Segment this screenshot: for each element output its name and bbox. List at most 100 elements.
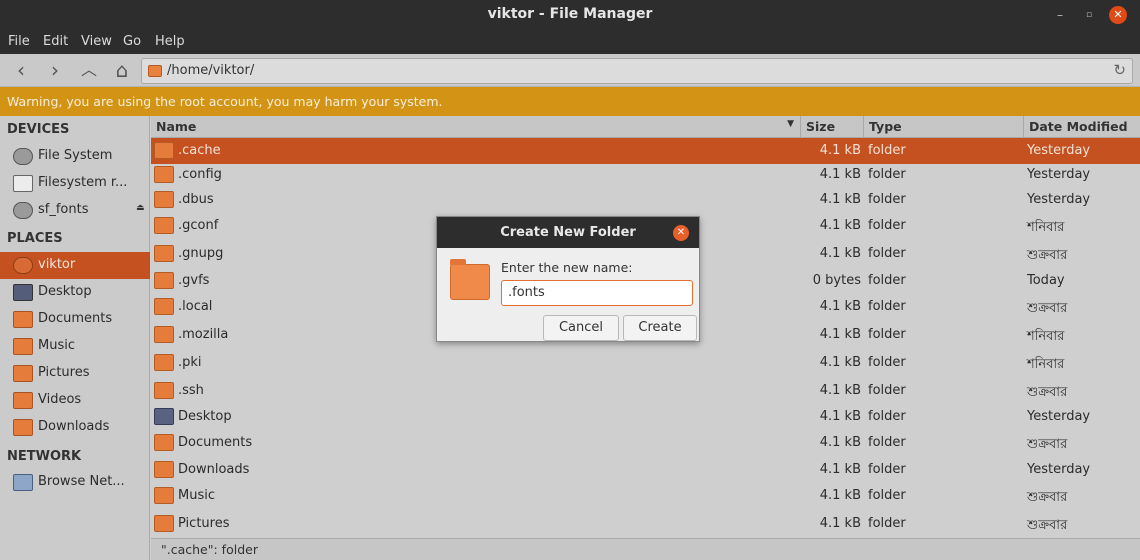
sidebar-item-label: File System	[38, 148, 113, 163]
sidebar: DEVICES File System Filesystem r... sf_f…	[0, 116, 150, 560]
folder-icon	[13, 419, 33, 436]
cancel-button[interactable]: Cancel	[543, 315, 619, 341]
file-date: শুক্রবার	[1027, 248, 1068, 263]
table-row[interactable]: .cache 4.1 kB folder Yesterday	[151, 138, 1140, 164]
file-name: .local	[178, 299, 213, 314]
file-type: folder	[868, 409, 906, 424]
file-type: folder	[868, 246, 906, 261]
menu-edit[interactable]: Edit	[43, 34, 68, 49]
root-warning-bar: Warning, you are using the root account,…	[0, 87, 1140, 116]
folder-icon	[13, 311, 33, 328]
file-size: 4.1 kB	[819, 488, 861, 503]
file-date: শুক্রবার	[1027, 301, 1068, 316]
file-size: 4.1 kB	[819, 383, 861, 398]
devices-header: DEVICES	[7, 122, 70, 137]
file-date: শুক্রবার	[1027, 437, 1068, 452]
folder-icon	[154, 461, 174, 478]
eject-icon[interactable]: ⏏	[136, 203, 145, 213]
dialog-close-icon[interactable]: ✕	[673, 225, 689, 241]
home-button[interactable]: ⌂	[109, 58, 135, 82]
file-date: শুক্রবার	[1027, 490, 1068, 505]
sidebar-item-music[interactable]: Music	[0, 333, 150, 360]
folder-icon	[154, 434, 174, 451]
file-date: Today	[1027, 273, 1065, 288]
sidebar-item-browse-network[interactable]: Browse Net...	[0, 469, 150, 496]
column-label: Size	[806, 119, 836, 134]
status-bar: ".cache": folder	[151, 538, 1140, 560]
sidebar-item-documents[interactable]: Documents	[0, 306, 150, 333]
table-row[interactable]: Downloads 4.1 kB folder Yesterday	[151, 457, 1140, 483]
sidebar-item-downloads[interactable]: Downloads	[0, 414, 150, 441]
table-row[interactable]: .ssh 4.1 kB folder শুক্রবার	[151, 378, 1140, 404]
table-row[interactable]: .config 4.1 kB folder Yesterday	[151, 162, 1140, 188]
file-size: 4.1 kB	[819, 327, 861, 342]
network-icon	[13, 474, 33, 491]
column-header-size[interactable]: Size	[801, 116, 864, 138]
sidebar-item-label: viktor	[38, 257, 76, 272]
file-size: 4.1 kB	[819, 299, 861, 314]
sidebar-item-label: Videos	[38, 392, 82, 407]
sidebar-item-pictures[interactable]: Pictures	[0, 360, 150, 387]
menu-view[interactable]: View	[81, 34, 112, 49]
folder-name-input[interactable]: .fonts	[501, 280, 693, 306]
sidebar-item-videos[interactable]: Videos	[0, 387, 150, 414]
menu-file[interactable]: File	[8, 34, 30, 49]
file-date: Yesterday	[1027, 462, 1091, 477]
file-name: .config	[178, 167, 222, 182]
column-header-type[interactable]: Type	[864, 116, 1024, 138]
table-row[interactable]: .dbus 4.1 kB folder Yesterday	[151, 187, 1140, 213]
file-name: .cache	[178, 143, 221, 158]
table-row[interactable]: Documents 4.1 kB folder শুক্রবার	[151, 430, 1140, 456]
file-name: Pictures	[178, 516, 230, 531]
table-row[interactable]: Music 4.1 kB folder শুক্রবার	[151, 483, 1140, 509]
dialog-titlebar: Create New Folder ✕	[437, 217, 699, 248]
location-path[interactable]: /home/viktor/	[167, 63, 254, 78]
file-type: folder	[868, 516, 906, 531]
maximize-button[interactable]: ▫	[1080, 6, 1098, 24]
sidebar-item-viktor[interactable]: viktor	[0, 252, 150, 279]
folder-icon	[13, 392, 33, 409]
file-name: .gvfs	[178, 273, 210, 288]
file-name: .mozilla	[178, 327, 229, 342]
reload-icon[interactable]: ↻	[1113, 61, 1126, 79]
file-date: Yesterday	[1027, 192, 1091, 207]
column-header-date[interactable]: Date Modified	[1024, 116, 1140, 138]
location-bar[interactable]: /home/viktor/ ↻	[141, 58, 1133, 84]
sidebar-item-file-system[interactable]: File System	[0, 143, 150, 170]
status-text: ".cache": folder	[161, 542, 258, 557]
desktop-icon	[154, 408, 174, 425]
sidebar-item-filesystem-root[interactable]: Filesystem r...	[0, 170, 150, 197]
menu-help[interactable]: Help	[155, 34, 185, 49]
sidebar-item-desktop[interactable]: Desktop	[0, 279, 150, 306]
minimize-button[interactable]: –	[1051, 6, 1069, 24]
desktop-icon	[13, 284, 33, 301]
sidebar-item-label: Downloads	[38, 419, 110, 434]
folder-icon	[154, 217, 174, 234]
file-type: folder	[868, 462, 906, 477]
folder-icon	[154, 515, 174, 532]
table-row[interactable]: Pictures 4.1 kB folder শুক্রবার	[151, 511, 1140, 537]
folder-icon	[154, 298, 174, 315]
sidebar-item-sf-fonts[interactable]: sf_fonts ⏏	[0, 197, 150, 224]
table-row[interactable]: Desktop 4.1 kB folder Yesterday	[151, 404, 1140, 430]
folder-icon	[154, 272, 174, 289]
sidebar-item-label: Documents	[38, 311, 113, 326]
disc-icon	[13, 148, 33, 165]
close-window-button[interactable]: ✕	[1109, 6, 1127, 24]
up-button[interactable]: ︿	[76, 58, 102, 82]
file-name: .ssh	[178, 383, 204, 398]
back-button[interactable]: ‹	[8, 58, 34, 82]
file-type: folder	[868, 192, 906, 207]
folder-icon	[154, 191, 174, 208]
file-type: folder	[868, 167, 906, 182]
file-type: folder	[868, 355, 906, 370]
file-type: folder	[868, 488, 906, 503]
file-date: শনিবার	[1027, 357, 1065, 372]
create-button[interactable]: Create	[623, 315, 697, 341]
file-date: শুক্রবার	[1027, 518, 1068, 533]
file-date: Yesterday	[1027, 409, 1091, 424]
column-header-name[interactable]: Name ▼	[151, 116, 801, 138]
forward-button[interactable]: ›	[42, 58, 68, 82]
table-row[interactable]: .pki 4.1 kB folder শনিবার	[151, 350, 1140, 376]
menu-go[interactable]: Go	[123, 34, 141, 49]
